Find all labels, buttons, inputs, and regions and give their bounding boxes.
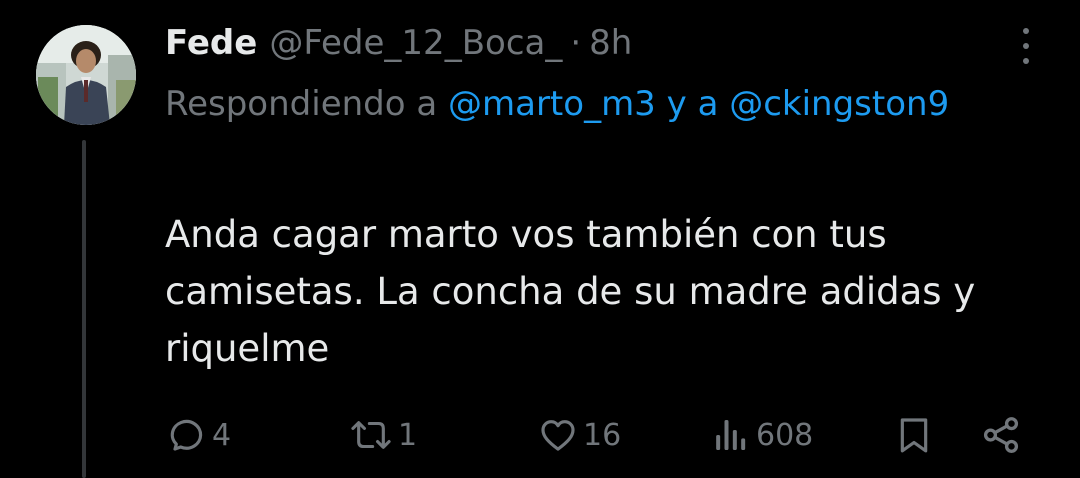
display-name[interactable]: Fede (165, 20, 257, 66)
views-count: 608 (756, 417, 814, 453)
retweet-button[interactable]: 1 (348, 408, 417, 462)
views-button[interactable]: 608 (712, 408, 813, 462)
reply-icon (168, 415, 208, 455)
share-button[interactable] (980, 408, 1022, 462)
reply-button[interactable]: 4 (168, 408, 231, 462)
user-handle[interactable]: @Fede_12_Boca_ (269, 20, 562, 66)
bookmark-button[interactable] (894, 408, 934, 462)
mention-joiner[interactable]: y a (667, 84, 719, 124)
reply-count: 4 (212, 417, 232, 453)
heart-icon (537, 415, 579, 455)
avatar[interactable] (36, 25, 136, 125)
bookmark-icon (894, 414, 934, 456)
like-count: 16 (583, 417, 622, 453)
retweet-count: 1 (398, 417, 418, 453)
like-button[interactable]: 16 (537, 408, 621, 462)
views-icon (712, 415, 752, 455)
replying-to: Respondiendo a @marto_m3 y a @ckingston9 (165, 78, 1045, 130)
tweet-header: Fede @Fede_12_Boca_ · 8h (165, 20, 632, 66)
share-icon (980, 414, 1022, 456)
timestamp[interactable]: 8h (589, 20, 632, 66)
separator-dot: · (570, 23, 582, 63)
mention-ckingston[interactable]: @ckingston9 (729, 84, 949, 124)
tweet-text: Anda cagar marto vos también con tus cam… (165, 213, 976, 370)
action-bar: 4 1 16 608 (0, 408, 1080, 462)
mention-marto[interactable]: @marto_m3 (448, 84, 656, 124)
retweet-icon (348, 415, 394, 455)
replying-to-prefix: Respondiendo a (165, 84, 438, 124)
more-icon[interactable] (1012, 26, 1040, 66)
